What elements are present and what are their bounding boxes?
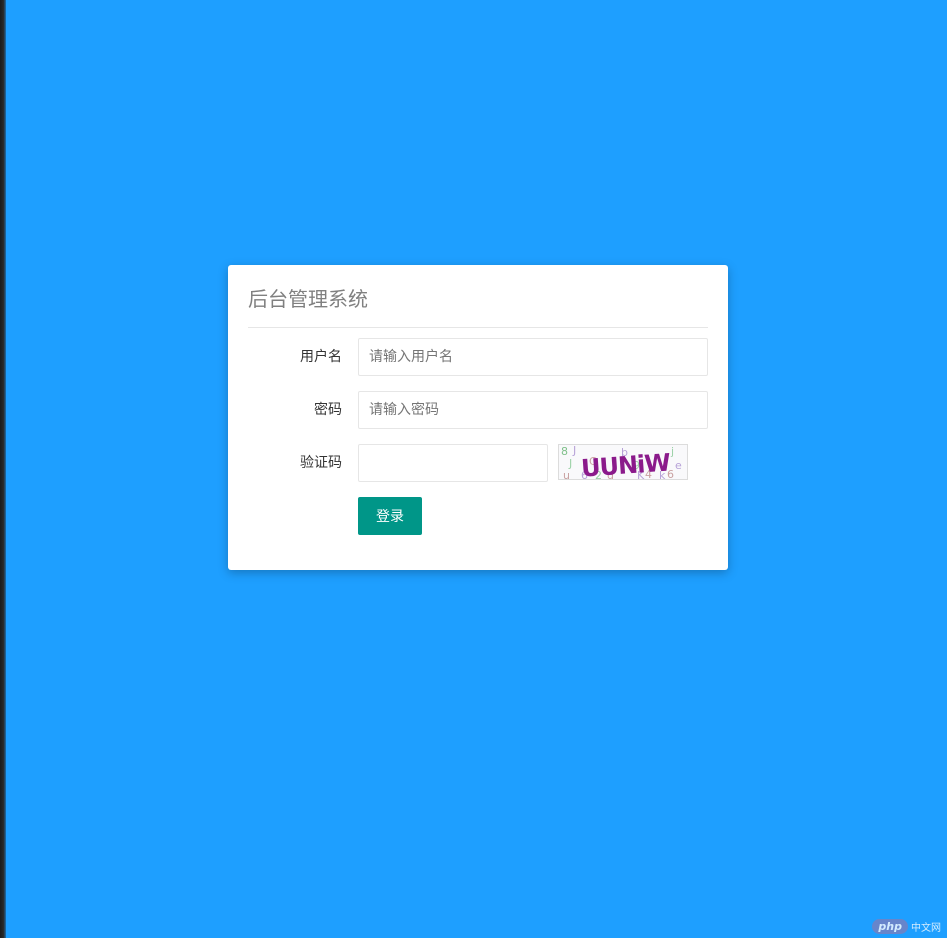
username-label: 用户名 <box>300 349 342 365</box>
password-label: 密码 <box>314 402 342 418</box>
svg-text:UUNiW: UUNiW <box>580 448 671 480</box>
site-watermark: php 中文网 <box>872 919 941 934</box>
captcha-input[interactable] <box>358 444 548 482</box>
title-divider <box>248 327 708 328</box>
php-logo-icon: php <box>872 919 908 934</box>
svg-text:j: j <box>670 445 674 458</box>
svg-text:u: u <box>563 469 570 480</box>
login-card: 后台管理系统 用户名 密码 验证码 8 J J u 6 2 g b 9 4 k … <box>228 265 728 570</box>
svg-text:e: e <box>675 459 682 472</box>
window-edge <box>0 0 6 938</box>
svg-text:8: 8 <box>561 445 568 458</box>
captcha-noise-icon: 8 J J u 6 2 g b 9 4 k j e 6 K C UUNiW <box>561 445 682 480</box>
svg-text:J: J <box>572 445 576 457</box>
captcha-label: 验证码 <box>300 455 342 471</box>
page-title: 后台管理系统 <box>248 287 368 311</box>
login-button[interactable]: 登录 <box>358 497 422 535</box>
username-input[interactable] <box>358 338 708 376</box>
captcha-image[interactable]: 8 J J u 6 2 g b 9 4 k j e 6 K C UUNiW <box>558 444 688 480</box>
password-input[interactable] <box>358 391 708 429</box>
watermark-text: 中文网 <box>911 923 941 934</box>
